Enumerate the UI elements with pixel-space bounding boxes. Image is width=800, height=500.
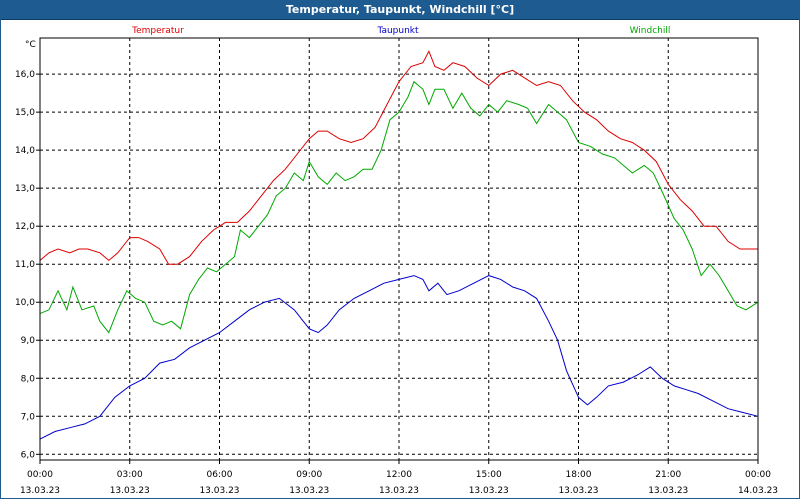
y-tick-label: 10,0 bbox=[15, 298, 35, 308]
x-tick-time-label: 09:00 bbox=[296, 470, 322, 480]
axes bbox=[36, 37, 759, 464]
x-tick-date-label: 13.03.23 bbox=[648, 486, 688, 496]
y-tick-label: 15,0 bbox=[15, 108, 35, 118]
legend-item-temperatur: Temperatur bbox=[131, 26, 184, 36]
y-tick-labels: 6,0 7,0 8,0 9,0 10,0 11,0 12,0 13,0 14,0 15,0 16,0 bbox=[15, 70, 35, 460]
x-tick-time-label: 12:00 bbox=[386, 470, 412, 480]
legend-item-taupunkt: Taupunkt bbox=[376, 26, 419, 36]
x-tick-time-label: 15:00 bbox=[476, 470, 502, 480]
x-tick-date-label: 13.03.23 bbox=[289, 486, 329, 496]
x-tick-time-label: 06:00 bbox=[207, 470, 233, 480]
y-tick-label: 9,0 bbox=[21, 336, 36, 346]
x-tick-time-label: 21:00 bbox=[655, 470, 681, 480]
y-tick-label: 7,0 bbox=[21, 412, 36, 422]
y-tick-label: 8,0 bbox=[21, 374, 36, 384]
y-tick-label: 6,0 bbox=[21, 450, 36, 460]
line-chart: °C Temperatur Taupunkt Windchill 6,0 7,0 8,0… bbox=[15, 26, 778, 496]
y-tick-label: 11,0 bbox=[15, 260, 35, 270]
x-tick-date-label: 13.03.23 bbox=[20, 486, 60, 496]
x-tick-date-label: 14.03.23 bbox=[738, 486, 778, 496]
y-tick-label: 12,0 bbox=[15, 222, 35, 232]
y-axis-unit-label: °C bbox=[25, 40, 36, 50]
grid-lines bbox=[40, 38, 758, 460]
y-tick-label: 13,0 bbox=[15, 184, 35, 194]
x-tick-date-label: 13.03.23 bbox=[379, 486, 419, 496]
y-tick-label: 16,0 bbox=[15, 70, 35, 80]
x-tick-date-label: 13.03.23 bbox=[469, 486, 509, 496]
x-tick-time-label: 00:00 bbox=[27, 470, 53, 480]
x-tick-date-label: 13.03.23 bbox=[110, 486, 150, 496]
x-tick-date-label: 13.03.23 bbox=[558, 486, 598, 496]
x-tick-time-label: 18:00 bbox=[566, 470, 592, 480]
legend-item-windchill: Windchill bbox=[630, 26, 671, 36]
x-tick-time-label: 03:00 bbox=[117, 470, 143, 480]
x-tick-labels: 00:00 13.03.23 03:00 13.03.23 06:00 13.03.23 0… bbox=[20, 470, 778, 496]
y-tick-label: 14,0 bbox=[15, 146, 35, 156]
x-tick-date-label: 13.03.23 bbox=[199, 486, 239, 496]
legend: Temperatur Taupunkt Windchill bbox=[131, 26, 670, 36]
x-tick-time-label: 00:00 bbox=[745, 470, 771, 480]
